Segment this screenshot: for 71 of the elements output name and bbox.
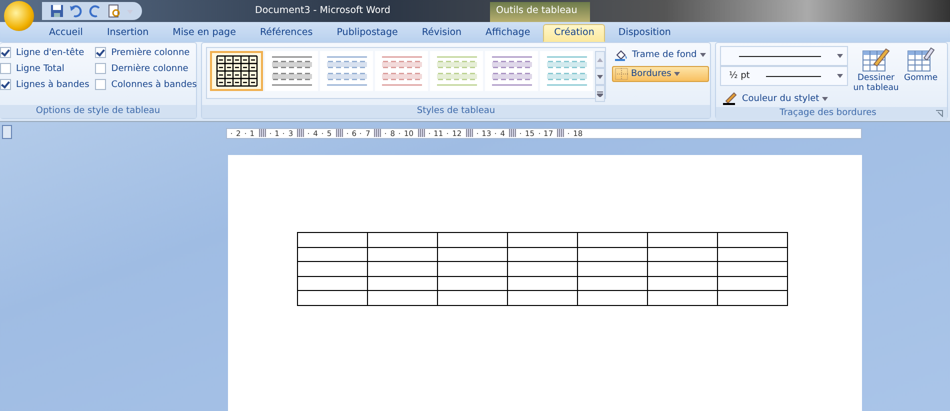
dialog-launcher-icon[interactable] [936,110,943,116]
column-marker-icon[interactable] [418,129,425,137]
borders-icon [615,68,628,80]
table-pencil-icon [862,46,890,72]
scroll-down-button[interactable] [595,68,605,85]
pen-color-button[interactable]: Couleur du stylet [720,90,848,107]
office-button[interactable] [4,1,34,31]
checkbox[interactable] [0,47,11,58]
column-marker-icon[interactable] [466,129,473,137]
ribbon-tab[interactable]: Mise en page [162,24,247,42]
table-eraser-icon [906,46,935,72]
column-marker-icon[interactable] [297,129,304,137]
column-marker-icon[interactable] [374,129,382,137]
caret-icon [674,72,680,76]
table-style-swatch[interactable] [485,51,538,91]
scroll-up-button[interactable] [595,51,605,68]
checkbox-label: Lignes à bandes [16,80,90,90]
checkbox[interactable] [95,79,106,90]
ribbon-tab[interactable]: Disposition [607,24,682,42]
expand-icon [597,90,603,96]
column-marker-icon[interactable] [258,129,266,137]
shading-button[interactable]: Trame de fond [612,47,709,63]
undo-icon[interactable] [69,4,83,18]
checkbox-label: Colonnes à bandes [111,80,197,90]
group-title: Options de style de tableau [0,105,196,118]
ribbon-tab[interactable]: Affichage [474,24,542,42]
save-icon[interactable] [50,4,64,18]
window-title: Document3 - Microsoft Word [255,5,390,16]
redo-icon[interactable] [88,4,102,18]
column-marker-icon[interactable] [509,129,516,137]
line-weight-dropdown[interactable]: ½ pt [720,66,848,86]
ruler-toggle-button[interactable] [2,125,12,139]
caret-icon [700,53,706,57]
checkbox[interactable] [95,47,106,58]
ribbon-tab[interactable]: Création [543,24,606,42]
ribbon-tab[interactable]: Accueil [38,24,94,42]
table-style-swatch[interactable] [210,51,263,91]
column-marker-icon[interactable] [336,129,343,137]
eraser-button[interactable]: Gomme [904,46,938,107]
ribbon-tab[interactable]: Insertion [96,24,160,42]
checkbox-label: Dernière colonne [111,64,188,74]
caret-down-icon [597,74,603,78]
checkbox-label: Ligne Total [16,64,64,74]
paint-bucket-icon [615,49,629,61]
context-title: Outils de tableau [490,2,590,22]
caret-up-icon [597,58,603,62]
ribbon-tab[interactable]: Références [248,24,324,42]
checkbox-label: Première colonne [111,48,190,58]
ribbon-tab[interactable]: Publipostage [326,24,409,42]
table-style-swatch[interactable] [540,51,593,91]
caret-icon [837,74,843,78]
table-style-swatch[interactable] [320,51,373,91]
more-button[interactable] [595,85,605,102]
checkbox[interactable] [95,63,106,74]
checkbox-label: Ligne d'en-tête [16,48,84,58]
caret-icon [822,96,828,100]
draw-table-button[interactable]: Dessiner un tableau [852,46,900,107]
caret-icon [837,54,843,58]
pencil-icon [723,92,739,105]
table-style-swatch[interactable] [265,51,318,91]
checkbox[interactable] [0,79,11,90]
table-style-swatch[interactable] [375,51,428,91]
line-style-dropdown[interactable] [720,46,848,66]
checkbox[interactable] [0,63,11,74]
table-style-swatch[interactable] [430,51,483,91]
group-title: Styles de tableau [202,105,710,118]
print-preview-icon[interactable] [107,4,121,18]
borders-button[interactable]: Bordures [612,66,709,82]
group-title: Traçage des bordures [778,108,878,118]
column-marker-icon[interactable] [557,129,564,137]
ribbon-tab[interactable]: Révision [410,24,473,42]
